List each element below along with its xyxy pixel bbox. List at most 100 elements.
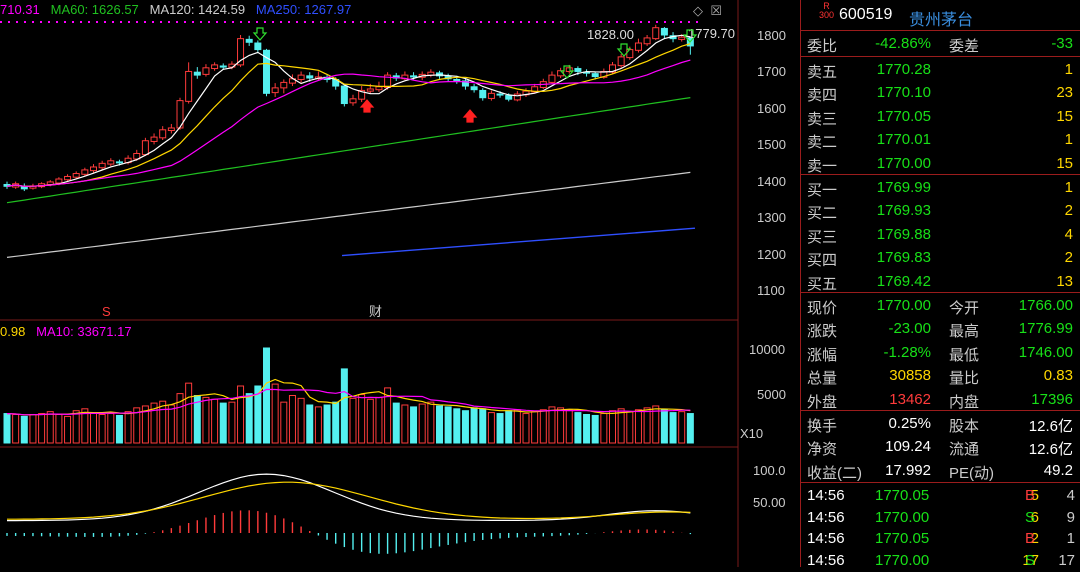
candle-body — [453, 78, 461, 81]
volume-bar — [12, 414, 20, 444]
bid-price: 1769.88 — [876, 225, 931, 243]
volume-bar — [591, 414, 599, 444]
volume-bar — [617, 408, 625, 444]
volume-bar — [297, 397, 305, 444]
candle-body — [617, 56, 625, 67]
volume-bar — [29, 414, 37, 444]
tick-price: 1770.00 — [875, 508, 930, 526]
stat-row: 外盘 13462 内盘 17396 — [801, 388, 1080, 411]
candle-body — [574, 68, 582, 72]
bid-label: 买四 — [807, 252, 838, 270]
stat-label: 总量 — [807, 370, 838, 388]
tick-side: B — [1025, 487, 1036, 504]
candle-body — [297, 74, 305, 80]
fundamental-label: 收益(二) — [807, 464, 862, 482]
candle-body — [167, 127, 175, 132]
candle-body — [98, 162, 106, 169]
volume-bar — [332, 401, 340, 444]
buy-signal-icon — [462, 109, 478, 123]
candle-body — [366, 88, 374, 92]
candle-body — [107, 160, 115, 165]
tick-time: 14:56 — [807, 551, 845, 569]
kline-chart-area[interactable]: 1828.00 1779.70 S 财 710.31 MA60: 1626.57 MA… — [0, 0, 800, 567]
kline-chart[interactable]: 1828.00 1779.70 S 财 — [0, 0, 800, 567]
volume-bar — [634, 409, 642, 444]
candle-body — [375, 86, 383, 91]
volume-bar — [557, 407, 565, 444]
volume-legend-ma5: 0.98 — [0, 324, 26, 339]
volume-bar — [600, 413, 608, 444]
candle-body — [202, 67, 210, 75]
s-marker: S — [102, 304, 111, 319]
candle-body — [254, 42, 262, 51]
stat-label: 外盘 — [807, 393, 838, 411]
volume-bar — [167, 404, 175, 444]
stat-value: 0.83 — [1043, 367, 1073, 385]
fundamental-value: 17.992 — [885, 461, 931, 479]
candle-body — [219, 65, 227, 68]
stock-code[interactable]: 600519 — [839, 6, 892, 24]
volume-bar — [366, 398, 374, 444]
volume-bar — [539, 409, 547, 444]
candle-body — [193, 71, 201, 76]
volume-bar — [38, 413, 46, 444]
stock-name[interactable]: 贵州茅台 — [909, 6, 973, 30]
candle-body — [479, 89, 487, 99]
volume-bar — [548, 406, 556, 444]
volume-bar — [263, 347, 270, 444]
tick-count: 17 — [1058, 551, 1075, 569]
candle-body — [652, 27, 660, 40]
candle-body — [150, 136, 158, 142]
ma-legend-60: MA60: 1626.57 — [50, 2, 139, 17]
stat-label: 最低 — [949, 346, 980, 364]
volume-bar — [90, 412, 97, 444]
quote-panel: R 300 600519 贵州茅台 委比 -42.86% 委差 -33 卖五 177… — [800, 0, 1080, 569]
ask-volume: 23 — [1056, 84, 1073, 102]
candle-body — [185, 70, 193, 102]
stat-value: 1766.00 — [1018, 297, 1073, 314]
volume-bar — [340, 368, 348, 444]
indicator-axis-label: 50.00 — [753, 495, 786, 510]
price-axis-label: 1400 — [757, 174, 786, 189]
candle-body — [496, 93, 504, 96]
volume-bar — [427, 401, 435, 444]
volume-bar — [3, 413, 11, 444]
price-axis-label: 1100 — [757, 283, 785, 298]
volume-bar — [64, 415, 72, 444]
buy-signal-icon — [359, 99, 375, 113]
fundamental-value: 0.25% — [888, 415, 931, 432]
volume-bar — [211, 398, 219, 444]
fundamental-label: PE(动) — [949, 464, 995, 482]
volume-bar — [444, 406, 452, 444]
ma-legend: 710.31 MA60: 1626.57 MA120: 1424.59 MA25… — [0, 2, 351, 17]
volume-legend-ma10: MA10: 33671.17 — [36, 324, 132, 339]
price-axis-label: 1800 — [757, 28, 786, 43]
volume-bar — [401, 404, 409, 444]
close-icon[interactable]: ☒ — [710, 3, 722, 18]
ask-level: 卖四 1770.10 23 — [801, 81, 1080, 104]
volume-bar — [185, 382, 193, 444]
tick-count: 4 — [1066, 487, 1075, 504]
candle-body — [159, 129, 167, 139]
bid-volume: 4 — [1064, 225, 1073, 243]
bid-volume: 2 — [1064, 249, 1073, 267]
volume-bar — [55, 414, 63, 444]
stat-value: 13462 — [889, 390, 931, 408]
candle-body — [470, 86, 478, 91]
volume-bar — [349, 397, 357, 444]
fundamental-row: 收益(二) 17.992 PE(动) 49.2 — [801, 459, 1080, 482]
fundamental-row: 净资 109.24 流通 12.6亿 — [801, 435, 1080, 458]
ask-volume: 15 — [1056, 154, 1073, 172]
stat-label: 现价 — [807, 300, 838, 317]
volume-bar — [228, 401, 236, 444]
ask-level: 卖三 1770.05 15 — [801, 105, 1080, 128]
volume-bar — [669, 412, 677, 444]
dif-line — [7, 473, 691, 522]
candle-body — [141, 140, 149, 156]
diamond-icon[interactable]: ◇ — [693, 3, 703, 18]
volume-unit-label: X10 — [740, 426, 764, 441]
fundamental-label: 换手 — [807, 418, 838, 435]
sell-signal-icon — [252, 27, 268, 41]
candle-body — [115, 161, 123, 164]
tick-side: S — [1025, 508, 1036, 526]
